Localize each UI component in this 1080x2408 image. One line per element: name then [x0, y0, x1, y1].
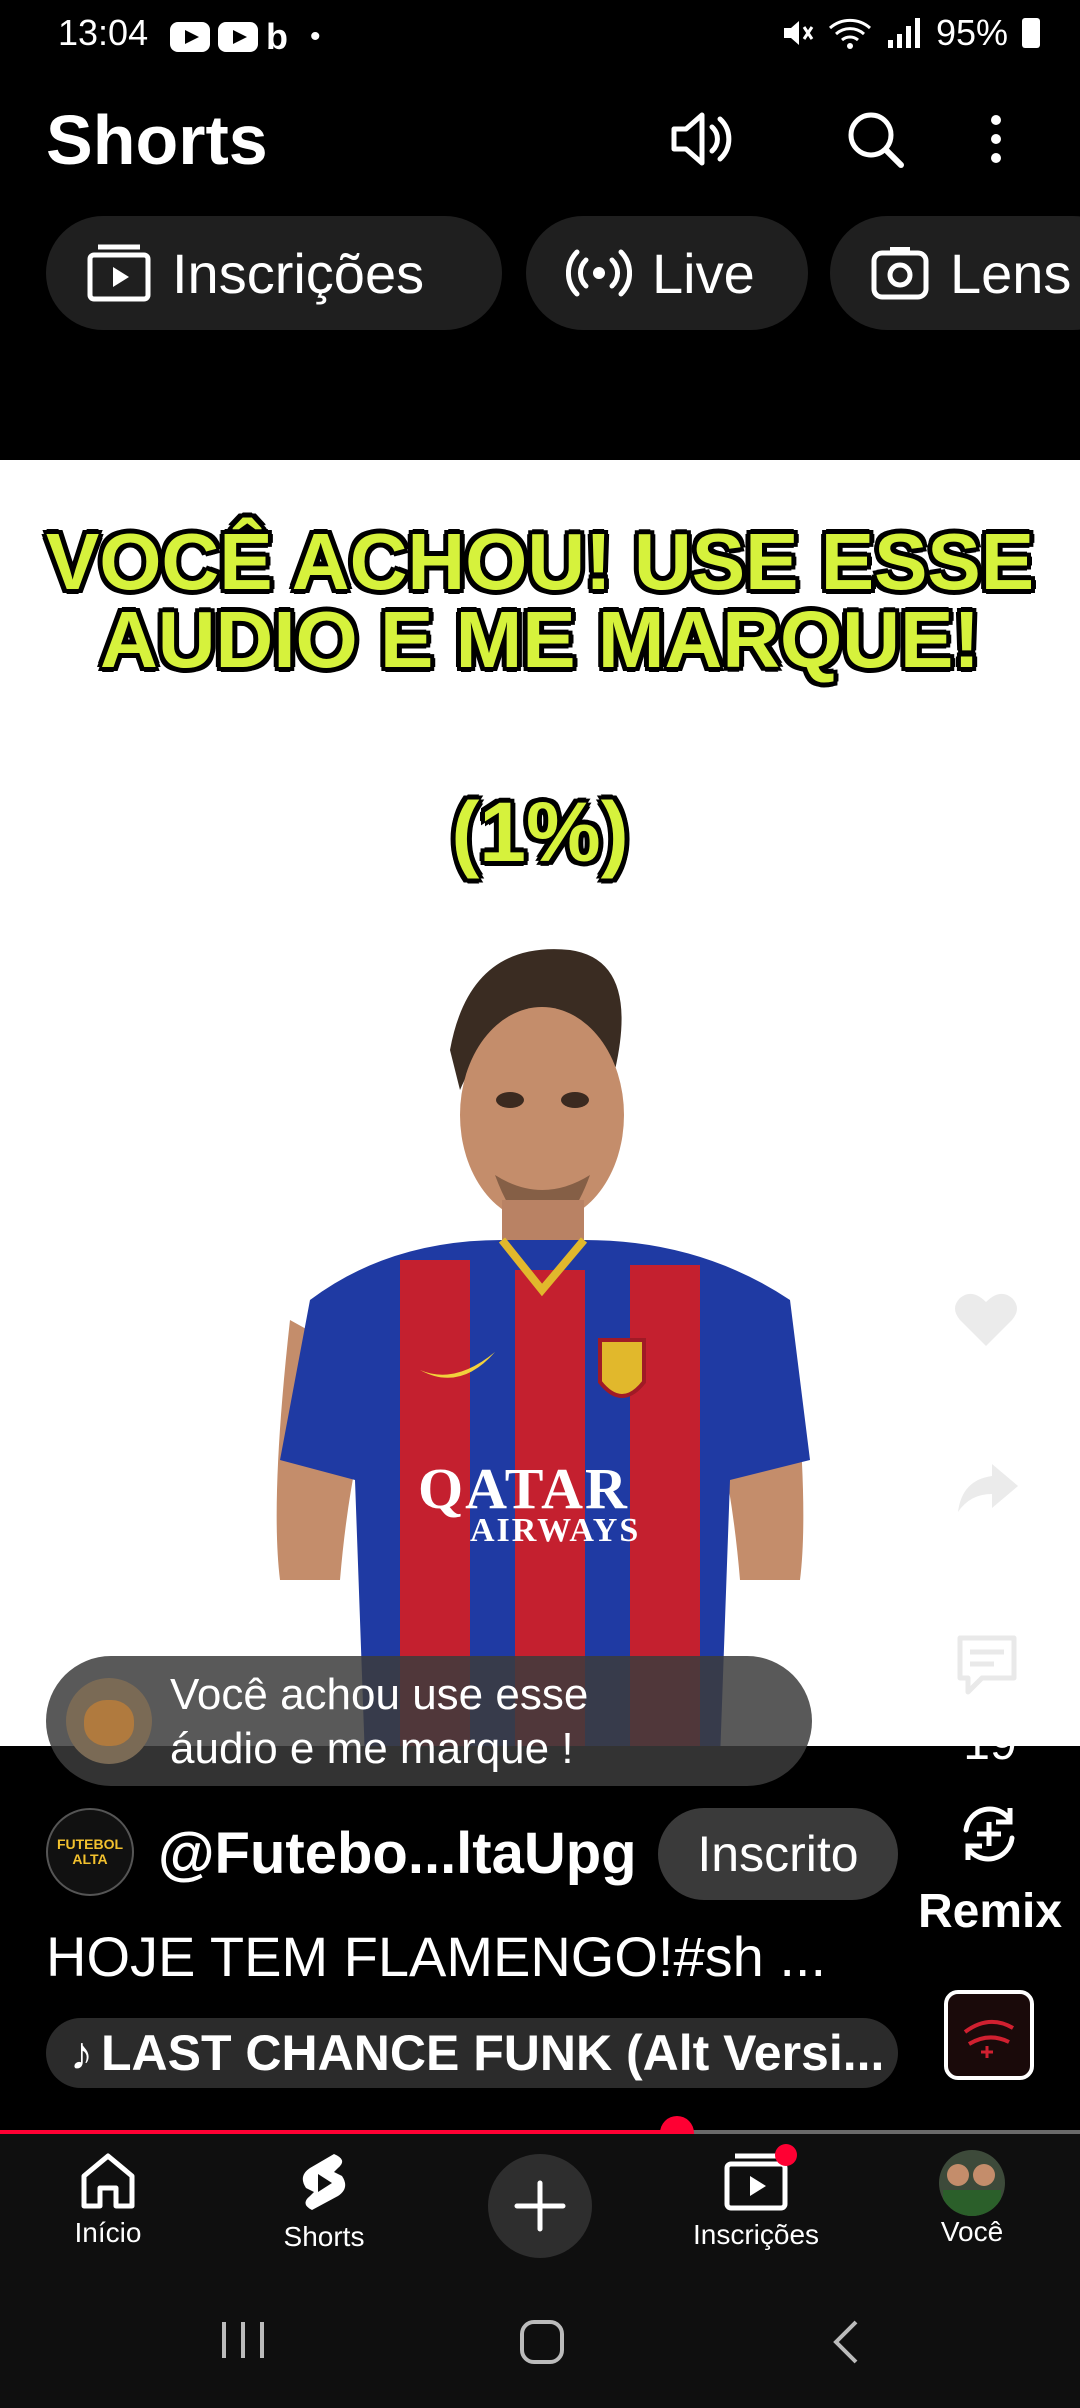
- jersey-sponsor-line2: AIRWAYS: [470, 1512, 641, 1549]
- youtube-notification-icon: [170, 22, 210, 52]
- status-time: 13:04: [58, 12, 149, 53]
- comment-count: 19: [963, 1717, 1017, 1770]
- status-right: 95%: [780, 12, 1040, 54]
- wifi-icon: [828, 18, 871, 49]
- home-icon: [81, 2153, 135, 2209]
- nav-label: Shorts: [283, 2221, 365, 2252]
- comment-icon: [957, 1635, 1017, 1695]
- like-count: 365: [949, 1375, 1031, 1428]
- chip-subscriptions[interactable]: Inscrições: [46, 216, 502, 330]
- audio-thumbnail[interactable]: [944, 1990, 1034, 2080]
- create-button[interactable]: [488, 2154, 592, 2258]
- tooltip-line2: áudio e me marque !: [170, 1724, 574, 1773]
- video-overlay-line1: VOCÊ ACHOU! USE ESSE: [45, 517, 1035, 606]
- share-icon: [958, 1464, 1018, 1512]
- plus-icon: [514, 2180, 566, 2232]
- back-button[interactable]: [826, 2318, 866, 2371]
- remix-icon: [963, 1806, 1015, 1862]
- shorts-icon: [302, 2154, 346, 2210]
- tooltip-thumbnail: [66, 1678, 152, 1764]
- remix-button[interactable]: [954, 1800, 1024, 1873]
- nav-label: Você: [940, 2216, 1004, 2247]
- audio-cover-art-icon: [963, 2020, 1015, 2058]
- battery-percent: 95%: [935, 12, 1008, 53]
- chip-label: Lens: [950, 241, 1072, 305]
- music-note-icon: ♪: [70, 2027, 93, 2079]
- video-overlay-line2: AUDIO E ME MARQUE!: [100, 595, 980, 684]
- search-icon: [848, 112, 904, 168]
- comments-button[interactable]: [954, 1632, 1020, 1701]
- battery-icon: [1022, 18, 1040, 48]
- nav-you[interactable]: Você: [872, 2150, 1072, 2248]
- volume-button[interactable]: [658, 94, 748, 184]
- notification-icons: b •: [170, 16, 321, 58]
- nav-home[interactable]: Início: [8, 2150, 208, 2249]
- mute-icon: [783, 21, 814, 45]
- recents-icon: [222, 2322, 264, 2358]
- channel-avatar[interactable]: FUTEBOL ALTA: [46, 1808, 134, 1896]
- subscribed-button[interactable]: Inscrito: [658, 1808, 898, 1900]
- lens-icon: [871, 247, 929, 300]
- share-label: Co...har: [904, 1547, 1076, 1600]
- player-image: [276, 949, 810, 1746]
- chip-lens[interactable]: Lens: [830, 216, 1080, 330]
- more-notifications-icon: •: [310, 20, 321, 53]
- tooltip-text: Você achou use esse áudio e me marque !: [170, 1668, 588, 1776]
- video-overlay-percent: (1%): [451, 785, 629, 879]
- more-options-button[interactable]: [966, 94, 1026, 184]
- home-system-button[interactable]: [518, 2318, 566, 2371]
- subscriptions-icon: [87, 244, 151, 302]
- tooltip-line1: Você achou use esse: [170, 1670, 589, 1719]
- chip-live[interactable]: Live: [526, 216, 808, 330]
- like-button[interactable]: [952, 1290, 1020, 1355]
- volume-icon: [671, 112, 732, 166]
- audio-pill[interactable]: ♪ LAST CHANCE FUNK (Alt Versi...: [46, 2018, 898, 2088]
- back-icon: [833, 2320, 858, 2364]
- status-bar: 13:04 b • 95%: [0, 0, 1080, 70]
- home-circle-icon: [520, 2320, 564, 2364]
- audio-title: LAST CHANCE FUNK (Alt Versi...: [101, 2025, 885, 2081]
- bing-icon: b: [266, 16, 288, 57]
- nav-label: Início: [74, 2217, 142, 2248]
- audio-tooltip[interactable]: Você achou use esse áudio e me marque !: [46, 1656, 812, 1786]
- heart-icon: [955, 1293, 1017, 1346]
- share-button[interactable]: [956, 1460, 1020, 1521]
- youtube-notification-icon: [218, 22, 258, 52]
- remix-label: Remix: [917, 1885, 1063, 1938]
- page-title: Shorts: [46, 101, 268, 179]
- nav-label: Inscrições: [692, 2219, 820, 2250]
- live-icon: [566, 249, 632, 297]
- more-vert-icon: [991, 115, 1001, 163]
- recent-apps-button[interactable]: [218, 2318, 268, 2367]
- nav-subscriptions[interactable]: Inscrições: [656, 2144, 856, 2251]
- nav-shorts[interactable]: Shorts: [224, 2150, 424, 2253]
- chip-label: Inscrições: [172, 241, 425, 305]
- chip-label: Live: [652, 241, 755, 305]
- channel-avatar-text: FUTEBOL ALTA: [56, 1836, 124, 1867]
- channel-handle[interactable]: @Futebo...ltaUpg: [158, 1820, 637, 1887]
- video-description[interactable]: HOJE TEM FLAMENGO!#sh ...: [46, 1924, 826, 1989]
- signal-icon: [887, 18, 920, 48]
- search-button[interactable]: [830, 94, 920, 184]
- profile-avatar: [939, 2150, 1005, 2216]
- notification-dot: [775, 2144, 797, 2166]
